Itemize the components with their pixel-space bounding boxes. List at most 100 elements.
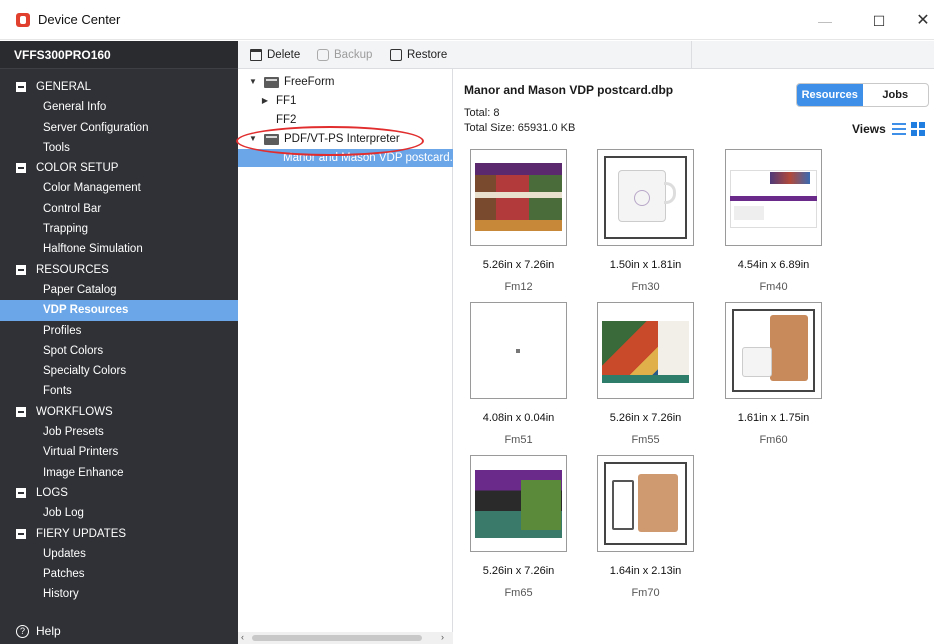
backup-label: Backup — [334, 49, 373, 61]
toolbar: Delete Backup Restore — [238, 41, 934, 69]
thumbnail-name: Fm12 — [504, 281, 533, 293]
grid-view-icon[interactable] — [910, 122, 925, 136]
scroll-left-icon[interactable]: ‹ — [241, 632, 244, 642]
thumbnail-dimensions: 5.26in x 7.26in — [482, 259, 555, 271]
tab-jobs[interactable]: Jobs — [863, 84, 929, 106]
sidebar-item-image-enhance[interactable]: Image Enhance — [0, 463, 238, 483]
sidebar-item-general-info[interactable]: General Info — [0, 97, 238, 117]
help-link[interactable]: ? Help — [0, 618, 238, 644]
sidebar-item-job-presets[interactable]: Job Presets — [0, 422, 238, 442]
close-button[interactable]: ✕ — [900, 8, 934, 34]
sidebar: VFFS300PRO160 GENERAL General Info Serve… — [0, 41, 238, 644]
thumbnail-name: Fm70 — [631, 587, 660, 599]
nav-group-label: WORKFLOWS — [36, 405, 113, 418]
thumbnail-image — [725, 149, 822, 246]
sidebar-item-fonts[interactable]: Fonts — [0, 381, 238, 401]
collapse-icon[interactable] — [16, 488, 26, 499]
thumbnail-name: Fm40 — [759, 281, 788, 293]
collapse-icon[interactable] — [16, 406, 26, 417]
thumbnail-name: Fm65 — [504, 587, 533, 599]
thumbnail-name: Fm30 — [631, 281, 660, 293]
thumbnail-dimensions: 5.26in x 7.26in — [609, 412, 682, 424]
total-count: Total: 8 — [464, 107, 500, 119]
sidebar-item-vdp-resources[interactable]: VDP Resources — [0, 300, 238, 321]
sidebar-item-halftone-simulation[interactable]: Halftone Simulation — [0, 239, 238, 259]
trash-icon — [250, 49, 262, 61]
toolbar-divider — [691, 41, 692, 69]
tab-resources[interactable]: Resources — [797, 84, 863, 106]
app-icon — [16, 13, 30, 27]
thumbnail-dimensions: 4.54in x 6.89in — [737, 259, 810, 271]
tree-horizontal-scrollbar[interactable]: ‹ › — [238, 632, 453, 644]
sidebar-nav: GENERAL General Info Server Configuratio… — [0, 77, 238, 605]
thumbnail-image — [597, 149, 694, 246]
nav-group-workflows[interactable]: WORKFLOWS — [0, 402, 238, 422]
thumbnail-dimensions: 4.08in x 0.04in — [482, 412, 555, 424]
delete-button[interactable]: Delete — [250, 46, 300, 64]
expand-toggle-icon[interactable]: ▶ — [260, 92, 270, 110]
sidebar-item-tools[interactable]: Tools — [0, 138, 238, 158]
sidebar-item-paper-catalog[interactable]: Paper Catalog — [0, 280, 238, 300]
backup-button[interactable]: Backup — [317, 46, 372, 64]
tree-node-label: FF1 — [276, 95, 297, 107]
thumbnail-image — [597, 302, 694, 399]
sidebar-item-patches[interactable]: Patches — [0, 564, 238, 584]
thumbnail-image — [597, 455, 694, 552]
annotation-ellipse — [236, 126, 424, 156]
thumbnail-dimensions: 1.64in x 2.13in — [609, 565, 682, 577]
view-toggle: Resources Jobs — [796, 83, 929, 107]
help-icon: ? — [16, 624, 29, 638]
minimize-button[interactable]: — — [802, 8, 848, 34]
sidebar-item-color-management[interactable]: Color Management — [0, 178, 238, 198]
nav-group-resources[interactable]: RESOURCES — [0, 260, 238, 280]
list-view-icon[interactable] — [891, 123, 906, 135]
nav-group-label: GENERAL — [36, 81, 91, 94]
nav-group-general[interactable]: GENERAL — [0, 77, 238, 97]
sidebar-item-server-configuration[interactable]: Server Configuration — [0, 118, 238, 138]
thumbnail-dimensions: 1.61in x 1.75in — [737, 412, 810, 424]
thumbnail-image — [725, 302, 822, 399]
views-label: Views — [852, 122, 886, 136]
sidebar-item-spot-colors[interactable]: Spot Colors — [0, 341, 238, 361]
restore-label: Restore — [407, 49, 448, 61]
collapse-icon[interactable] — [16, 82, 26, 93]
scrollbar-thumb[interactable] — [252, 635, 422, 641]
folder-icon — [264, 76, 279, 88]
sidebar-item-job-log[interactable]: Job Log — [0, 503, 238, 523]
views-switcher: Views — [852, 122, 925, 136]
thumbnail-dimensions: 1.50in x 1.81in — [609, 259, 682, 271]
sidebar-item-profiles[interactable]: Profiles — [0, 321, 238, 341]
sidebar-item-control-bar[interactable]: Control Bar — [0, 199, 238, 219]
device-name: VFFS300PRO160 — [0, 41, 238, 69]
restore-button[interactable]: Restore — [390, 46, 447, 64]
tree-node-ff1[interactable]: ▶ FF1 — [260, 92, 297, 110]
sidebar-item-virtual-printers[interactable]: Virtual Printers — [0, 442, 238, 462]
tree-node-freeform[interactable]: ▼ FreeForm — [248, 73, 334, 91]
scroll-right-icon[interactable]: › — [441, 632, 444, 642]
maximize-button[interactable]: ☐ — [856, 8, 902, 34]
sidebar-item-updates[interactable]: Updates — [0, 544, 238, 564]
nav-group-color-setup[interactable]: COLOR SETUP — [0, 158, 238, 178]
restore-icon — [390, 49, 402, 61]
sidebar-item-specialty-colors[interactable]: Specialty Colors — [0, 361, 238, 381]
thumbnail-image — [470, 149, 567, 246]
thumbnail-image — [470, 302, 567, 399]
thumbnail-name: Fm60 — [759, 434, 788, 446]
collapse-icon[interactable] — [16, 528, 26, 539]
collapse-icon[interactable] — [16, 264, 26, 275]
title-bar: Device Center — ☐ ✕ — [0, 0, 934, 40]
backup-icon — [317, 49, 329, 61]
file-title: Manor and Mason VDP postcard.dbp — [464, 83, 674, 97]
help-label: Help — [36, 624, 61, 638]
sidebar-item-trapping[interactable]: Trapping — [0, 219, 238, 239]
sidebar-item-history[interactable]: History — [0, 584, 238, 604]
nav-group-fiery-updates[interactable]: FIERY UPDATES — [0, 524, 238, 544]
collapse-icon[interactable] — [16, 163, 26, 174]
expand-toggle-icon[interactable]: ▼ — [248, 73, 258, 91]
nav-group-label: COLOR SETUP — [36, 162, 119, 175]
thumbnail-name: Fm55 — [631, 434, 660, 446]
resource-content: Manor and Mason VDP postcard.dbp Total: … — [454, 69, 934, 644]
nav-group-label: LOGS — [36, 487, 68, 500]
nav-group-logs[interactable]: LOGS — [0, 483, 238, 503]
total-size: Total Size: 65931.0 KB — [464, 122, 576, 134]
